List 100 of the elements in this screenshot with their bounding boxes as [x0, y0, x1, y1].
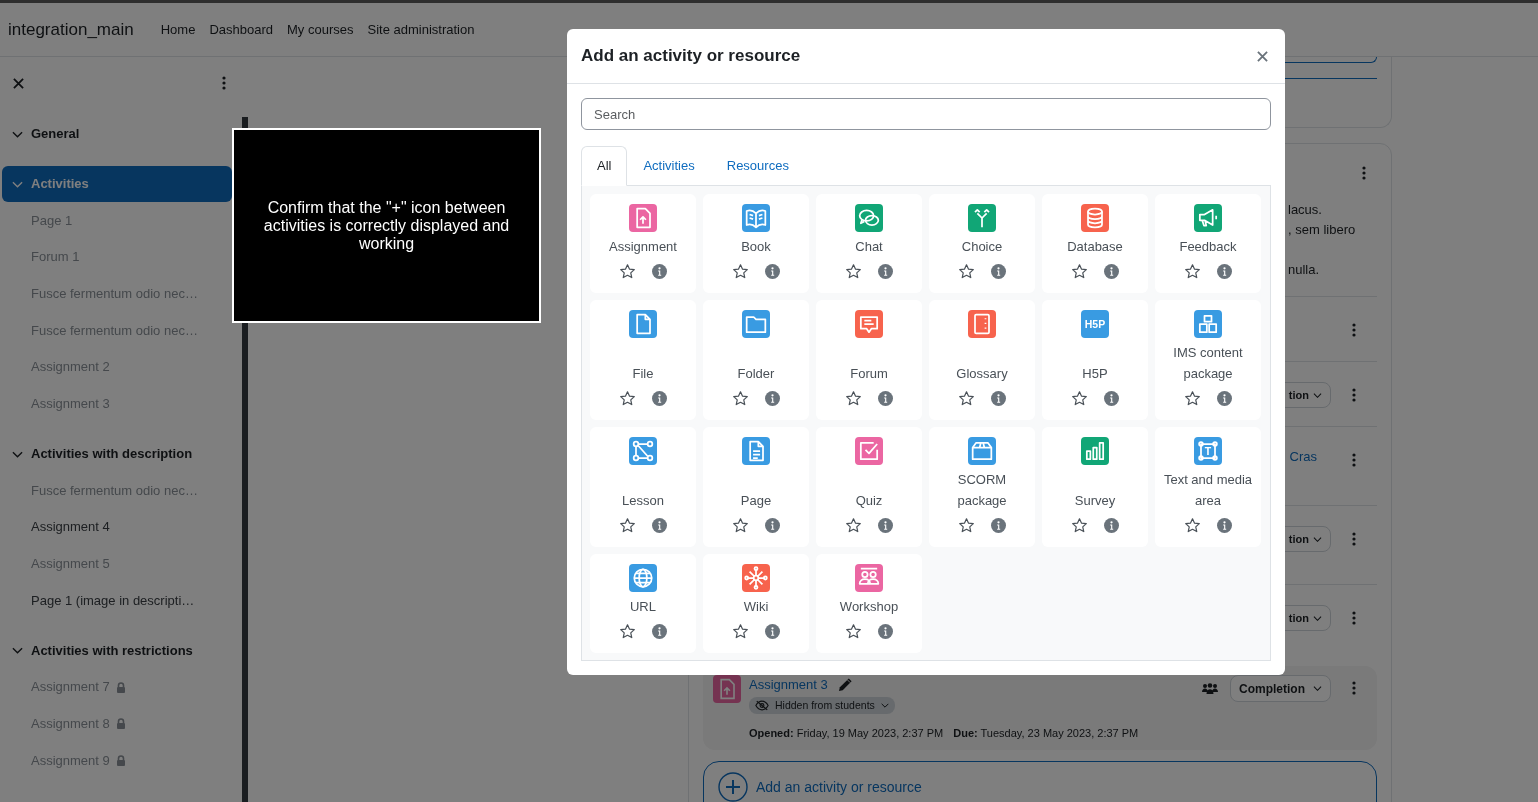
tab[interactable]: Resources: [710, 146, 805, 186]
activity-link[interactable]: Cras: [1289, 447, 1317, 467]
info-button[interactable]: [1102, 262, 1120, 281]
activity-card[interactable]: File: [590, 299, 696, 420]
activity-card[interactable]: Page: [703, 426, 809, 547]
activity-card[interactable]: T Text and media area: [1155, 426, 1261, 547]
info-button[interactable]: [989, 389, 1007, 408]
completion-button[interactable]: Completion: [1230, 675, 1331, 702]
info-button[interactable]: [650, 389, 668, 408]
star-button[interactable]: [731, 262, 749, 281]
close-button[interactable]: [11, 75, 26, 91]
section-header[interactable]: Activities with restrictions: [2, 632, 232, 669]
section-header[interactable]: Activities: [2, 166, 232, 202]
tab[interactable]: All: [581, 146, 628, 186]
item-name: Assignment 8: [31, 715, 110, 734]
info-button[interactable]: [1215, 389, 1233, 408]
star-button[interactable]: [957, 516, 975, 535]
course-index-item[interactable]: Assignment 4: [0, 508, 116, 546]
activity-card[interactable]: Assignment: [590, 193, 696, 293]
activity-card[interactable]: IMS content package: [1155, 299, 1261, 420]
star-button[interactable]: [618, 622, 636, 641]
info-button[interactable]: [763, 389, 781, 408]
nav-link[interactable]: Dashboard: [209, 19, 273, 40]
activity-card[interactable]: Lesson: [590, 426, 696, 547]
info-button[interactable]: [650, 516, 668, 535]
more-button[interactable]: [220, 74, 228, 92]
activity-name: Forum: [850, 364, 888, 383]
star-button[interactable]: [957, 262, 975, 281]
star-button[interactable]: [844, 622, 862, 641]
star-button[interactable]: [1183, 262, 1201, 281]
activity-card[interactable]: Choice: [929, 193, 1035, 293]
section-title: Activities: [31, 175, 89, 194]
due-date: Due: Tuesday, 23 May 2023, 2:37 PM: [953, 727, 1139, 740]
activity-card[interactable]: Forum: [816, 299, 922, 420]
info-button[interactable]: [876, 389, 894, 408]
star-button[interactable]: [731, 389, 749, 408]
activity-card[interactable]: Chat: [816, 193, 922, 293]
star-button[interactable]: [1183, 389, 1201, 408]
info-button[interactable]: [1215, 262, 1233, 281]
info-button[interactable]: [876, 622, 894, 641]
activity-card[interactable]: Feedback: [1155, 193, 1261, 293]
info-button[interactable]: [876, 262, 894, 281]
item-name: Assignment 4: [31, 518, 110, 537]
activity-card[interactable]: H5P H5P: [1042, 299, 1148, 420]
activity-card[interactable]: Database: [1042, 193, 1148, 293]
info-button[interactable]: [1215, 516, 1233, 535]
search-field[interactable]: Search: [581, 98, 1271, 130]
tab[interactable]: Activities: [627, 146, 711, 186]
activity-card[interactable]: Folder: [703, 299, 809, 420]
info-button[interactable]: [763, 262, 781, 281]
site-name[interactable]: integration_main: [8, 16, 134, 43]
item-name: Page 1 (image in descripti…: [31, 591, 195, 610]
activity-card[interactable]: URL: [590, 553, 696, 653]
activity-card[interactable]: Glossary: [929, 299, 1035, 420]
star-button[interactable]: [844, 262, 862, 281]
nav-link[interactable]: Site administration: [367, 19, 475, 40]
nav-link[interactable]: Home: [160, 19, 196, 40]
kebab-icon: [1352, 323, 1356, 337]
info-button[interactable]: [1102, 389, 1120, 408]
info-button[interactable]: [763, 516, 781, 535]
section-header[interactable]: General: [2, 116, 232, 152]
star-button[interactable]: [618, 516, 636, 535]
kebab-icon: [1362, 166, 1366, 180]
activity-card[interactable]: Workshop: [816, 553, 922, 653]
star-button[interactable]: [731, 516, 749, 535]
section-header[interactable]: Activities with description: [2, 436, 232, 473]
info-button[interactable]: [876, 516, 894, 535]
activity-name: Quiz: [855, 491, 883, 510]
star-button[interactable]: [844, 516, 862, 535]
star-button[interactable]: [618, 262, 636, 281]
item-name: Assignment 3: [31, 395, 110, 414]
info-button[interactable]: [650, 262, 668, 281]
info-button[interactable]: [989, 262, 1007, 281]
close-icon: [1257, 50, 1268, 62]
kebab-icon: [1352, 611, 1356, 625]
activity-card[interactable]: Quiz: [816, 426, 922, 547]
activity-card[interactable]: Wiki: [703, 553, 809, 653]
activity-card[interactable]: Survey: [1042, 426, 1148, 547]
kebab-icon: [1352, 532, 1356, 546]
info-button[interactable]: [1102, 516, 1120, 535]
activity-link[interactable]: Assignment 3: [749, 675, 828, 695]
star-button[interactable]: [618, 389, 636, 408]
info-button[interactable]: [989, 516, 1007, 535]
star-button[interactable]: [731, 622, 749, 641]
star-button[interactable]: [1070, 262, 1088, 281]
star-button[interactable]: [1070, 516, 1088, 535]
info-button[interactable]: [650, 622, 668, 641]
activity-card[interactable]: SCORM package: [929, 426, 1035, 547]
add-activity-button[interactable]: Add an activity or resource: [703, 761, 1377, 802]
star-button[interactable]: [844, 389, 862, 408]
kebab-icon: [222, 76, 226, 90]
info-button[interactable]: [763, 622, 781, 641]
star-button[interactable]: [957, 389, 975, 408]
visibility-dropdown[interactable]: Hidden from students: [749, 696, 895, 715]
nav-link[interactable]: My courses: [287, 19, 354, 40]
course-index-item[interactable]: Page 1 (image in descripti…: [0, 582, 201, 619]
activity-card[interactable]: Book: [703, 193, 809, 293]
star-button[interactable]: [1183, 516, 1201, 535]
close-button[interactable]: [1255, 48, 1270, 64]
star-button[interactable]: [1070, 389, 1088, 408]
